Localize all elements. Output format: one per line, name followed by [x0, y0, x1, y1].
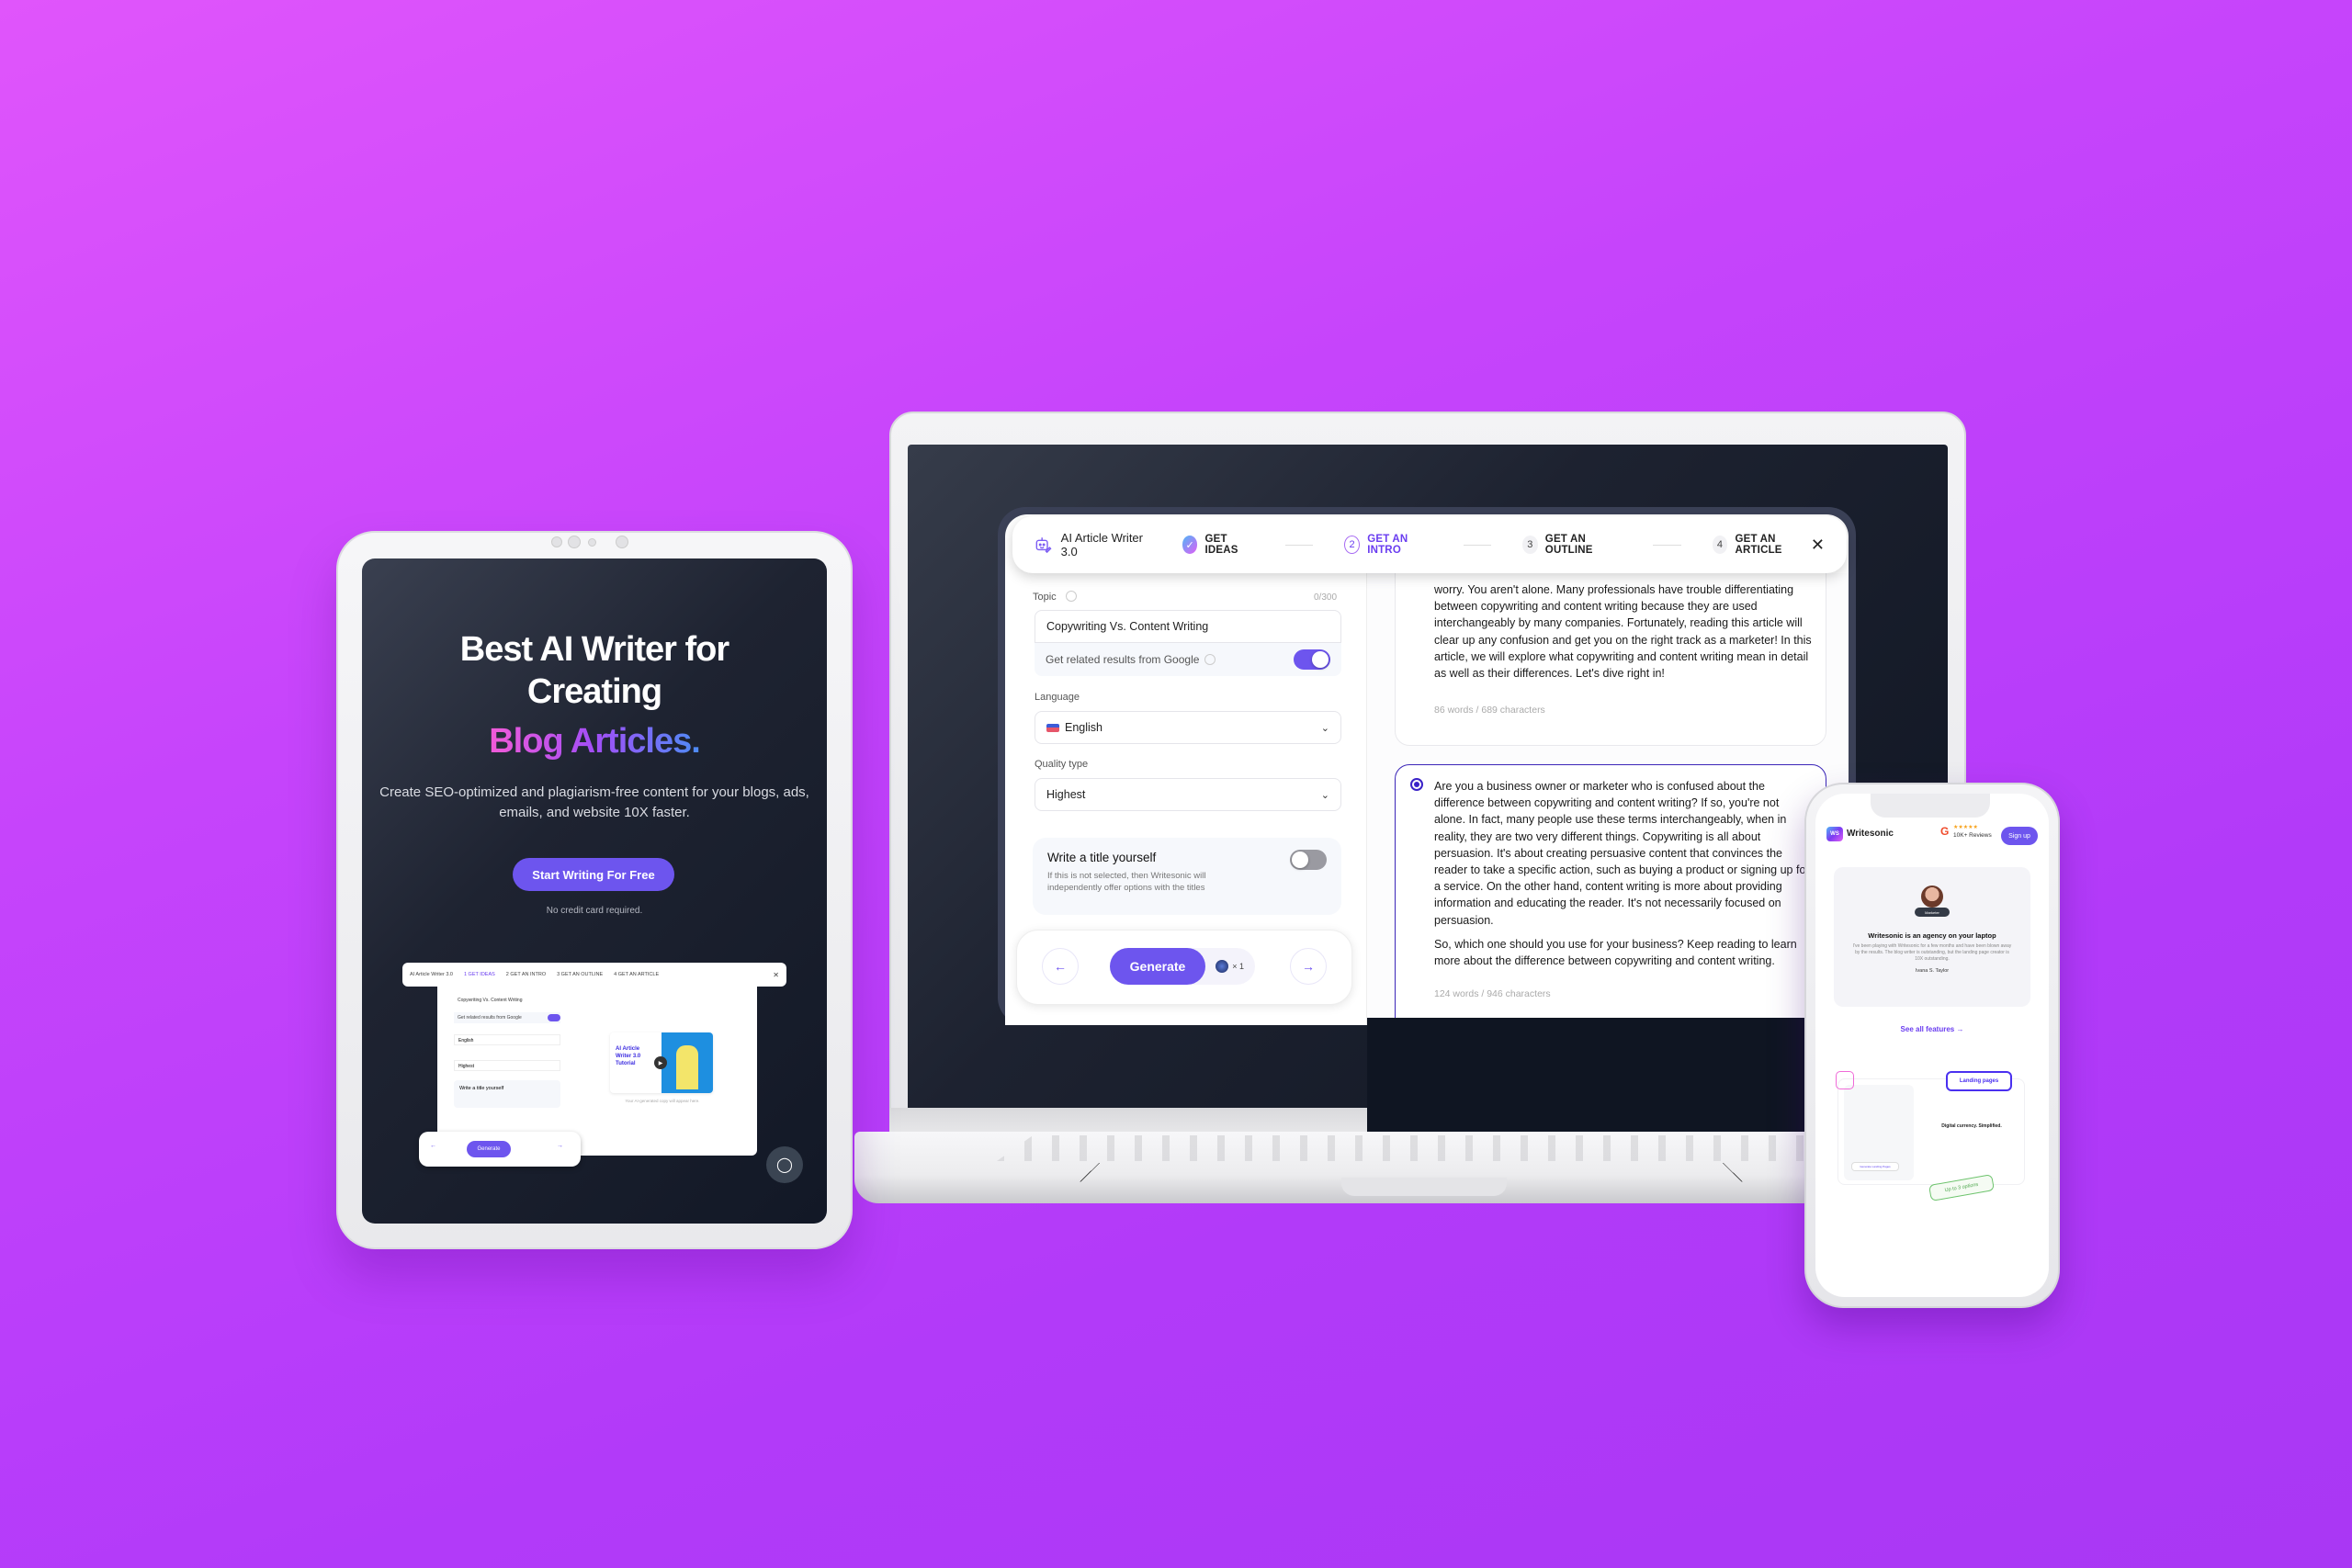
tablet-sensor [551, 536, 562, 547]
tablet-sensor [568, 536, 581, 548]
testimonial-body: I've been playing with Writesonic for a … [1852, 943, 2012, 962]
mini-quality[interactable]: Highest [454, 1060, 560, 1071]
video-title: AI Article Writer 3.0 Tutorial [616, 1046, 641, 1066]
mini-topic: Copywriting Vs. Content Writing [458, 998, 523, 1003]
mini-step-header: AI Article Writer 3.0 1 GET IDEAS 2 GET … [402, 963, 786, 987]
feature-icon [1836, 1071, 1854, 1089]
result-card-selected[interactable]: Are you a business owner or marketer who… [1395, 764, 1826, 1040]
testimonial-card: Marketer Writesonic is an agency on your… [1834, 867, 2030, 1007]
step-get-ideas[interactable]: ✓ GET IDEAS [1182, 534, 1254, 556]
topic-label: Topic [1033, 592, 1057, 603]
chevron-down-icon: ⌄ [1320, 722, 1329, 734]
info-icon [1066, 591, 1077, 602]
mini-placeholder: Your AI-generated copy will appear here. [625, 1099, 700, 1103]
start-writing-button[interactable]: Start Writing For Free [513, 858, 674, 891]
quality-select[interactable]: Highest ⌄ [1035, 778, 1341, 811]
mini-language[interactable]: English [454, 1034, 560, 1045]
mini-back-icon[interactable]: ← [430, 1143, 436, 1149]
play-icon[interactable]: ▶ [654, 1056, 667, 1069]
laptop-notch [1341, 1178, 1507, 1196]
feature-demo: Generate Landing Pages Digital currency.… [1838, 1078, 2025, 1185]
mini-toggle[interactable] [548, 1014, 560, 1021]
step-header: AI Article Writer 3.0 ✓ GET IDEAS 2 GET AN… [1012, 516, 1847, 573]
write-title-desc: If this is not selected, then Writesonic… [1047, 871, 1206, 894]
google-results-row: Get related results from Google [1035, 643, 1341, 676]
person-image [676, 1045, 698, 1089]
phone-notch [1871, 794, 1990, 818]
brand-name: Writesonic [1847, 829, 1894, 839]
write-title-box: Write a title yourself If this is not se… [1033, 838, 1341, 915]
screen-lower-area [1367, 1018, 1849, 1132]
see-all-features-link[interactable]: See all features → [1815, 1025, 2049, 1033]
step-divider [1463, 544, 1492, 546]
topic-char-count: 0/300 [1314, 592, 1338, 603]
info-icon [1204, 654, 1216, 665]
demo-heading: Digital currency. Simplified. [1941, 1123, 2002, 1129]
testimonial-author: Ivana S. Taylor [1915, 968, 1950, 974]
app-title: AI Article Writer 3.0 [1060, 531, 1143, 558]
hero-headline-3: Blog Articles. [489, 722, 701, 761]
generate-button[interactable]: Generate [1110, 948, 1205, 985]
back-button[interactable]: ← [1042, 948, 1079, 985]
result-text-2: So, which one should you use for your bu… [1434, 937, 1797, 968]
google-results-toggle[interactable] [1294, 649, 1330, 670]
language-label: Language [1035, 692, 1080, 703]
tablet-camera [616, 536, 628, 548]
mini-generate-button[interactable]: Generate [467, 1141, 511, 1157]
topic-input[interactable]: Copywriting Vs. Content Writing [1035, 610, 1341, 643]
hero-subtitle: Create SEO-optimized and plagiarism-free… [379, 784, 809, 820]
result-text: worry. You aren't alone. Many profession… [1434, 583, 1812, 681]
role-badge: Marketer [1915, 908, 1950, 917]
mini-close-icon[interactable]: ✕ [773, 971, 779, 979]
check-icon: ✓ [1182, 536, 1198, 554]
mini-app-title: AI Article Writer 3.0 [410, 972, 453, 977]
arrow-right-icon: → [1302, 959, 1315, 974]
next-button[interactable]: → [1290, 948, 1327, 985]
no-credit-card-note: No credit card required. [546, 906, 643, 916]
step-get-outline[interactable]: 3 GET AN OUTLINE [1522, 534, 1622, 556]
testimonial-title: Writesonic is an agency on your laptop [1868, 931, 1996, 940]
keyboard [997, 1135, 1897, 1161]
g2-icon: G [1940, 825, 1950, 838]
mini-generate-bar: Generate ← → [419, 1132, 581, 1167]
chevron-down-icon: ⌄ [1320, 789, 1329, 801]
us-flag-icon [1046, 723, 1059, 732]
write-title-toggle[interactable] [1290, 850, 1327, 870]
mini-next-icon[interactable]: → [557, 1143, 563, 1149]
step-divider [1284, 544, 1314, 546]
mini-app-window: Copywriting Vs. Content Writing Get rela… [437, 976, 757, 1156]
mini-title-box: Write a title yourself [454, 1080, 560, 1108]
arrow-left-icon: ← [1054, 959, 1067, 974]
writesonic-logo: WS [1826, 827, 1843, 841]
chat-button[interactable]: ◯ [766, 1146, 803, 1183]
robot-pen-icon [1035, 537, 1052, 554]
hero-headline-1: Best AI Writer for [459, 630, 729, 669]
tablet-sensor [588, 538, 596, 547]
hero-headline-2: Creating [526, 672, 662, 711]
sign-up-button[interactable]: Sign up [2001, 827, 2038, 845]
step-get-article[interactable]: 4 GET AN ARTICLE [1712, 534, 1811, 556]
mini-google-row: Get related results from Google [454, 1012, 560, 1023]
landing-pages-tag: Landing pages [1946, 1071, 2012, 1091]
close-icon[interactable]: ✕ [1811, 536, 1825, 555]
quality-label: Quality type [1035, 759, 1089, 770]
result-meta: 86 words / 689 characters [1434, 705, 1545, 716]
result-card[interactable]: worry. You aren't alone. Many profession… [1395, 551, 1826, 746]
reviews-count: 10K+ Reviews [1953, 832, 1992, 839]
radio-selected[interactable] [1410, 778, 1423, 791]
demo-generate-button[interactable]: Generate Landing Pages [1851, 1162, 1899, 1171]
demo-form: Generate Landing Pages [1844, 1085, 1914, 1180]
result-text: Are you a business owner or marketer who… [1434, 780, 1810, 927]
credit-icon [1216, 960, 1229, 973]
write-title-heading: Write a title yourself [1047, 851, 1157, 864]
step-divider [1653, 544, 1681, 546]
rating-stars: ★★★★★ [1953, 825, 1978, 830]
tutorial-video[interactable]: AI Article Writer 3.0 Tutorial ▶ [610, 1032, 713, 1093]
avatar [1921, 886, 1943, 908]
language-select[interactable]: English ⌄ [1035, 711, 1341, 744]
chat-bubble-icon: ◯ [776, 1157, 793, 1173]
step-get-intro[interactable]: 2 GET AN INTRO [1344, 534, 1431, 556]
result-meta: 124 words / 946 characters [1434, 988, 1551, 1000]
